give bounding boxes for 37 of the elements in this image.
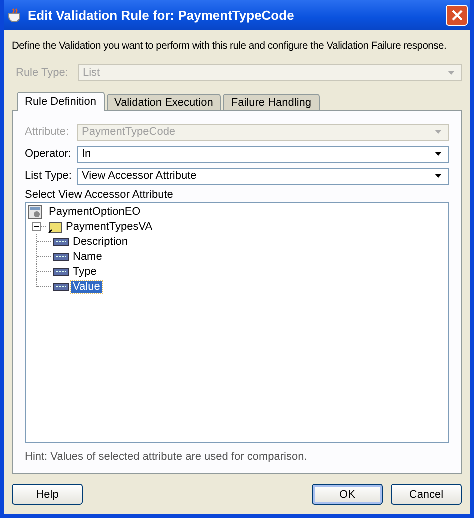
dropdown-arrow-icon: [448, 70, 455, 74]
hint-text: Hint: Values of selected attribute are used for comparison.: [25, 451, 308, 463]
dropdown-arrow-icon: [435, 174, 442, 178]
dropdown-arrow-icon: [435, 152, 442, 156]
tree-item[interactable]: PaymentOptionEO: [47, 206, 143, 218]
field-label: Attribute:: [25, 126, 70, 138]
dropdown[interactable]: View Accessor Attribute: [77, 168, 449, 184]
tree-item[interactable]: Type: [71, 266, 99, 278]
window-title: Edit Validation Rule for: PaymentTypeCode: [28, 8, 296, 22]
tree-item[interactable]: Description: [71, 236, 130, 248]
attribute-icon: [53, 238, 69, 246]
attribute-icon: [53, 252, 69, 260]
close-icon: [452, 10, 462, 20]
entity-icon: [28, 204, 42, 218]
field-label: Operator:: [25, 148, 72, 160]
collapse-icon[interactable]: [32, 222, 41, 231]
close-button[interactable]: [446, 4, 468, 26]
tab[interactable]: Validation Execution: [106, 94, 222, 110]
tree-item[interactable]: PaymentTypesVA: [64, 220, 155, 232]
dialog-button[interactable]: Cancel: [391, 484, 462, 505]
tab[interactable]: Failure Handling: [223, 94, 320, 110]
cup-icon: [7, 8, 23, 22]
dropdown-arrow-icon: [435, 130, 442, 134]
tree-label: Select View Accessor Attribute: [25, 189, 174, 201]
rule-type-label: Rule Type:: [15, 66, 70, 78]
tab[interactable]: Rule Definition: [17, 92, 105, 111]
attribute-icon: [53, 268, 69, 276]
tree-item[interactable]: Name: [71, 250, 104, 262]
field-label: List Type:: [25, 170, 73, 182]
attribute-icon: [53, 282, 69, 290]
tree-view[interactable]: PaymentOptionEO PaymentTypesVA Description Name Type Value: [25, 202, 449, 443]
accessor-icon: [48, 220, 62, 234]
dropdown[interactable]: In: [77, 146, 449, 162]
tree-item[interactable]: Value: [71, 280, 102, 292]
description-text: Define the Validation you want to perform with this rule and configure the Validation Failure response.: [12, 40, 447, 54]
dialog-button[interactable]: OK: [312, 484, 383, 505]
dialog-button[interactable]: Help: [12, 484, 83, 505]
